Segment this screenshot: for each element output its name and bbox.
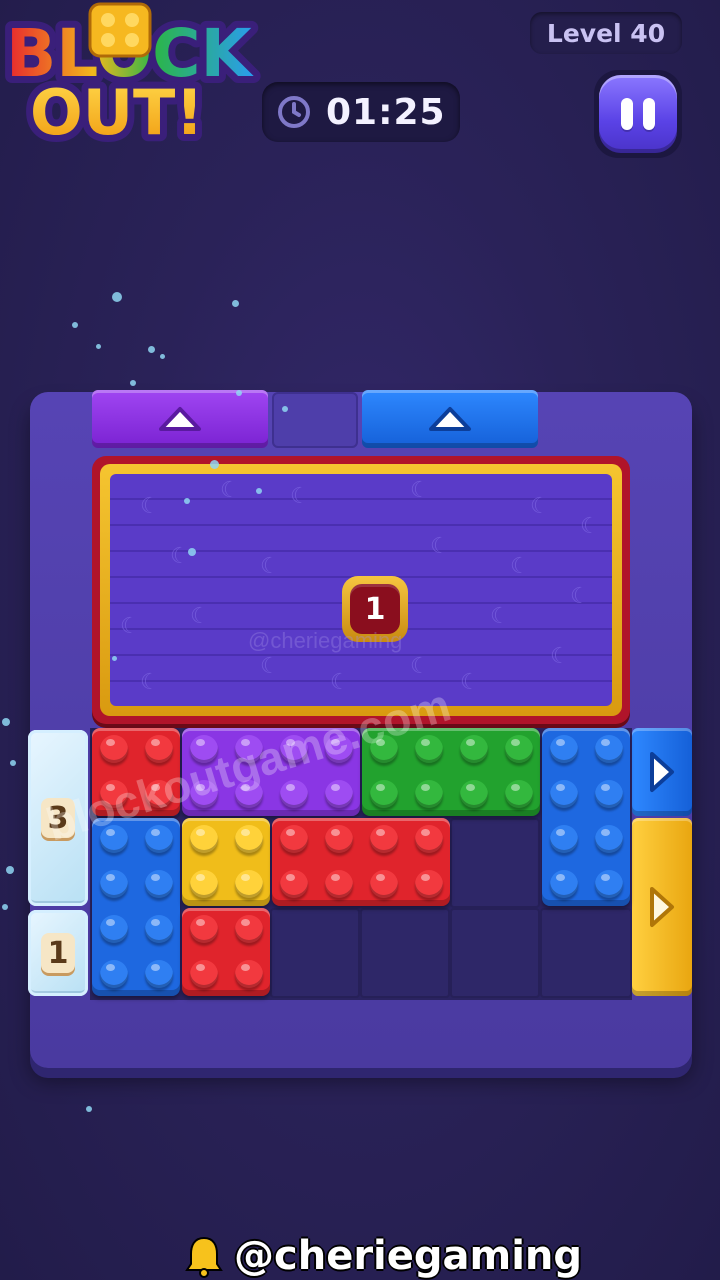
brick-stud	[505, 735, 533, 763]
brick-stud	[145, 870, 173, 898]
brick-stud	[190, 825, 218, 853]
gate-top-purple[interactable]	[92, 390, 268, 448]
brick-stud	[235, 870, 263, 898]
empty-cell	[360, 908, 450, 998]
level-label: Level 40	[546, 18, 666, 48]
brick-stud	[235, 825, 263, 853]
creator-handle: @cheriegaming	[234, 1233, 583, 1279]
gate-top-blue[interactable]	[362, 390, 538, 448]
brick-stud	[595, 825, 623, 853]
brick-stud	[370, 780, 398, 808]
locked-block-surface: ☾ ☾ ☾ ☾ ☾ ☾ ☾ ☾ ☾ ☾ ☾ ☾ ☾ ☾ ☾ ☾ ☾ ☾ ☾ ☾ …	[110, 474, 612, 706]
brick-stud	[145, 735, 173, 763]
empty-cell	[270, 908, 360, 998]
logo-graphic: BLOCK BLOCK OUT! OUT!	[0, 2, 262, 156]
brick-stud	[550, 780, 578, 808]
brick-stud	[415, 870, 443, 898]
brick-stud	[190, 870, 218, 898]
brick-stud	[280, 780, 308, 808]
brick-stud	[460, 780, 488, 808]
level-indicator: Level 40	[530, 12, 682, 54]
brick-stud	[550, 735, 578, 763]
brick-stud	[550, 825, 578, 853]
brick-stud	[550, 870, 578, 898]
empty-cell	[450, 908, 540, 998]
brick-stud	[100, 870, 128, 898]
pause-icon	[599, 75, 677, 153]
brick-stud	[325, 870, 353, 898]
brick-stud	[100, 960, 128, 988]
ice-block-1[interactable]: 1	[28, 910, 88, 996]
brick-stud	[190, 915, 218, 943]
move-counter-value: 1	[350, 584, 400, 634]
brick-stud	[370, 870, 398, 898]
brick-stud	[145, 825, 173, 853]
brick-red-4x2[interactable]	[272, 818, 450, 906]
brick-stud	[595, 735, 623, 763]
brick-stud	[280, 870, 308, 898]
empty-cell	[450, 818, 540, 908]
brick-blue-2x4-left[interactable]	[92, 818, 180, 996]
bell-icon	[185, 1236, 223, 1278]
timer-value: 01:25	[326, 91, 446, 133]
creator-credit: @cheriegaming	[184, 1232, 582, 1280]
brick-stud	[145, 915, 173, 943]
ice-counter: 1	[41, 933, 75, 973]
brick-stud	[235, 960, 263, 988]
brick-stud	[505, 780, 533, 808]
brick-yellow-2x2[interactable]	[182, 818, 270, 906]
pause-button[interactable]	[594, 70, 682, 158]
brick-stud	[325, 780, 353, 808]
gate-right-yellow[interactable]	[632, 818, 692, 996]
brick-stud	[190, 960, 218, 988]
timer: 01:25	[262, 82, 460, 142]
game-logo: BLOCK BLOCK OUT! OUT!	[0, 0, 262, 156]
brick-stud	[100, 915, 128, 943]
arrow-up-icon	[159, 407, 201, 431]
brick-stud	[100, 735, 128, 763]
gate-right-blue[interactable]	[632, 728, 692, 816]
brick-stud	[415, 825, 443, 853]
brick-stud	[370, 825, 398, 853]
brick-stud	[595, 780, 623, 808]
brick-stud	[415, 780, 443, 808]
locked-block-panel[interactable]: ☾ ☾ ☾ ☾ ☾ ☾ ☾ ☾ ☾ ☾ ☾ ☾ ☾ ☾ ☾ ☾ ☾ ☾ ☾ ☾ …	[92, 456, 630, 724]
logo-line-2: OUT!	[30, 76, 204, 149]
brick-stud	[595, 870, 623, 898]
border-segment	[272, 392, 358, 448]
arrow-up-icon	[429, 407, 471, 431]
brick-stud	[235, 915, 263, 943]
brick-stud	[145, 960, 173, 988]
brick-blue-2x4-right[interactable]	[542, 728, 630, 906]
empty-cell	[540, 908, 632, 998]
handle-watermark: @cheriegaming	[248, 628, 403, 653]
brick-stud	[325, 825, 353, 853]
clock-icon	[278, 96, 310, 128]
brick-stud	[280, 825, 308, 853]
arrow-right-icon	[650, 752, 674, 792]
arrow-right-icon	[650, 887, 674, 927]
brick-stud	[460, 735, 488, 763]
brick-red-2x2-bottom[interactable]	[182, 908, 270, 996]
